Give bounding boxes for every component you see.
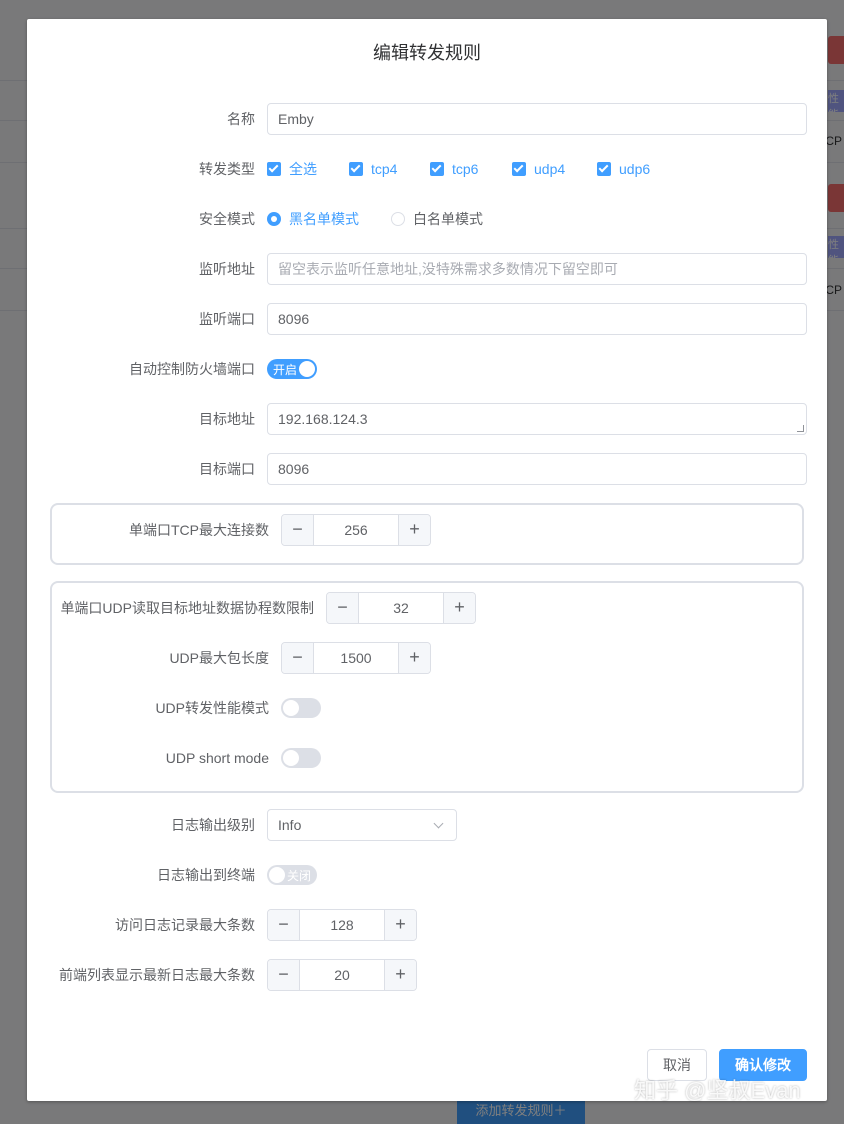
- chevron-down-icon: [433, 818, 444, 829]
- checkbox-checked-icon: [349, 162, 363, 176]
- security-mode-label: 安全模式: [199, 211, 255, 227]
- switch-knob: [283, 750, 299, 766]
- checkbox-tcp6[interactable]: tcp6: [430, 153, 478, 185]
- log-level-label: 日志输出级别: [171, 817, 255, 833]
- udp-read-limit-stepper: − 32 +: [326, 592, 476, 624]
- auto-firewall-label: 自动控制防火墙端口: [129, 361, 255, 377]
- radio-label: 白名单模式: [413, 211, 483, 227]
- udp-read-limit-label: 单端口UDP读取目标地址数据协程数限制: [60, 600, 314, 616]
- auto-firewall-switch[interactable]: 开启: [267, 359, 317, 379]
- checkbox-label: 全选: [289, 161, 317, 177]
- listen-port-input[interactable]: [267, 303, 807, 335]
- resize-grip-icon[interactable]: [797, 425, 804, 432]
- checkbox-label: tcp4: [371, 161, 398, 177]
- radio-selected-icon: [267, 212, 281, 226]
- decrement-button[interactable]: −: [268, 960, 300, 990]
- switch-state-text: 开启: [273, 362, 298, 377]
- stepper-value[interactable]: 1500: [314, 643, 398, 673]
- stepper-value[interactable]: 256: [314, 515, 398, 545]
- udp-perf-mode-switch[interactable]: [281, 698, 321, 718]
- tcp-max-conn-label: 单端口TCP最大连接数: [129, 522, 269, 538]
- watermark: 知乎 @坚叔Evan: [634, 1078, 801, 1103]
- udp-perf-mode-label: UDP转发性能模式: [155, 700, 269, 716]
- radio-whitelist[interactable]: 白名单模式: [391, 203, 483, 235]
- switch-knob: [269, 867, 285, 883]
- decrement-button[interactable]: −: [282, 643, 314, 673]
- edit-rule-dialog: 编辑转发规则 名称 转发类型 全选 tcp4 tcp6 udp4 udp6 安全…: [27, 19, 827, 1101]
- checkbox-checked-icon: [512, 162, 526, 176]
- decrement-button[interactable]: −: [268, 910, 300, 940]
- listen-addr-input[interactable]: [267, 253, 807, 285]
- log-terminal-label: 日志输出到终端: [157, 867, 255, 883]
- udp-short-mode-label: UDP short mode: [165, 750, 269, 766]
- log-level-select[interactable]: Info: [267, 809, 457, 841]
- checkbox-udp6[interactable]: udp6: [597, 153, 650, 185]
- radio-label: 黑名单模式: [289, 211, 359, 227]
- log-terminal-switch[interactable]: 关闭: [267, 865, 317, 885]
- listen-addr-label: 监听地址: [199, 261, 255, 277]
- access-log-max-label: 访问日志记录最大条数: [115, 917, 255, 933]
- radio-blacklist[interactable]: 黑名单模式: [267, 203, 359, 235]
- increment-button[interactable]: +: [398, 515, 430, 545]
- udp-max-packet-stepper: − 1500 +: [281, 642, 431, 674]
- stepper-value[interactable]: 32: [359, 593, 443, 623]
- target-addr-value: 192.168.124.3: [278, 411, 368, 427]
- checkbox-tcp4[interactable]: tcp4: [349, 153, 397, 185]
- udp-short-mode-switch[interactable]: [281, 748, 321, 768]
- increment-button[interactable]: +: [443, 593, 475, 623]
- checkbox-checked-icon: [597, 162, 611, 176]
- switch-knob: [299, 361, 315, 377]
- target-port-label: 目标端口: [199, 461, 255, 477]
- checkbox-select-all[interactable]: 全选: [267, 153, 317, 185]
- increment-button[interactable]: +: [384, 960, 416, 990]
- dialog-title: 编辑转发规则: [373, 43, 481, 63]
- switch-knob: [283, 700, 299, 716]
- decrement-button[interactable]: −: [327, 593, 359, 623]
- checkbox-label: udp6: [619, 161, 651, 177]
- listen-port-label: 监听端口: [199, 311, 255, 327]
- udp-max-packet-label: UDP最大包长度: [169, 650, 269, 666]
- target-addr-label: 目标地址: [199, 411, 255, 427]
- checkbox-checked-icon: [430, 162, 444, 176]
- name-input[interactable]: [267, 103, 807, 135]
- checkbox-label: tcp6: [452, 161, 479, 177]
- frontend-log-max-label: 前端列表显示最新日志最大条数: [59, 967, 255, 983]
- tcp-max-conn-stepper: − 256 +: [281, 514, 431, 546]
- decrement-button[interactable]: −: [282, 515, 314, 545]
- access-log-max-stepper: − 128 +: [267, 909, 417, 941]
- target-port-input[interactable]: [267, 453, 807, 485]
- name-label: 名称: [227, 111, 255, 127]
- switch-state-text: 关闭: [287, 868, 312, 883]
- frontend-log-max-stepper: − 20 +: [267, 959, 417, 991]
- increment-button[interactable]: +: [384, 910, 416, 940]
- forward-type-label: 转发类型: [199, 161, 255, 177]
- target-addr-textarea[interactable]: 192.168.124.3: [267, 403, 807, 435]
- stepper-value[interactable]: 20: [300, 960, 384, 990]
- checkbox-label: udp4: [534, 161, 566, 177]
- radio-unselected-icon: [391, 212, 405, 226]
- select-value: Info: [278, 817, 302, 833]
- checkbox-checked-icon: [267, 162, 281, 176]
- checkbox-udp4[interactable]: udp4: [512, 153, 565, 185]
- stepper-value[interactable]: 128: [300, 910, 384, 940]
- increment-button[interactable]: +: [398, 643, 430, 673]
